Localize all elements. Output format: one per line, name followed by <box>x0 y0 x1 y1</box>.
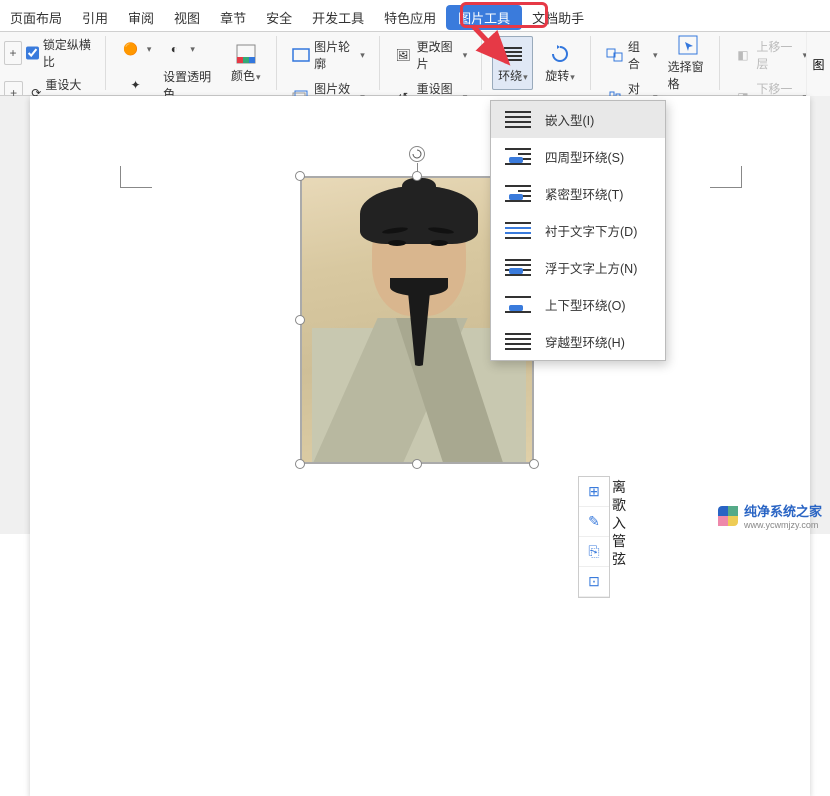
float-btn-3[interactable]: ⎘ <box>579 537 609 567</box>
page: ⊞ ✎ ⎘ ⊡ 离歌入管弦 <box>30 96 810 796</box>
tab-doc-assistant[interactable]: 文档助手 <box>522 4 594 31</box>
contrast-button[interactable]: ◐▾ <box>159 36 199 62</box>
lock-aspect-ratio-checkbox[interactable]: 锁定纵横比 <box>26 36 95 70</box>
resize-handle-bm[interactable] <box>412 459 422 469</box>
wrap-topbottom-icon <box>505 296 531 314</box>
select-pane-icon <box>677 34 699 56</box>
wrap-front[interactable]: 浮于文字上方(N) <box>491 249 665 286</box>
wrap-dropdown-menu: 嵌入型(I) 四周型环绕(S) 紧密型环绕(T) 衬于文字下方(D) 浮于文字上… <box>490 100 666 361</box>
ribbon-toolbar: + 锁定纵横比 + ⟳重设大小 🟠▾ ◐▾ ✦ 设置透明色 颜色▾ 图片轮廓▾ … <box>0 32 830 96</box>
watermark-url: www.ycwmjzy.com <box>744 520 822 530</box>
sparkle-icon: ✦ <box>130 78 140 92</box>
separator <box>379 36 380 90</box>
tab-devtools[interactable]: 开发工具 <box>302 4 374 31</box>
document-area: ⊞ ✎ ⎘ ⊡ 离歌入管弦 <box>0 96 830 534</box>
wrap-behind-icon <box>505 222 531 240</box>
margin-corner-right <box>710 166 742 188</box>
watermark-logo-icon <box>718 506 738 526</box>
tab-security[interactable]: 安全 <box>256 4 302 31</box>
wrap-inline-icon <box>505 111 531 129</box>
picture-outline-button[interactable]: 图片轮廓▾ <box>287 36 369 74</box>
margin-corner-left <box>120 166 152 188</box>
change-pic-icon: 🖼 <box>394 44 413 66</box>
separator <box>481 36 482 90</box>
wrap-square-icon <box>505 148 531 166</box>
crop-button-partial[interactable]: 图 <box>806 32 830 96</box>
float-btn-1[interactable]: ⊞ <box>579 477 609 507</box>
wrap-front-icon <box>505 259 531 277</box>
wrap-inline[interactable]: 嵌入型(I) <box>491 101 665 138</box>
wrap-tight-icon <box>505 185 531 203</box>
tab-references[interactable]: 引用 <box>72 4 118 31</box>
brightness-icon: 🟠 <box>120 38 142 60</box>
corrections-button[interactable]: 🟠▾ <box>116 36 156 62</box>
resize-handle-tl[interactable] <box>295 171 305 181</box>
resize-handle-br[interactable] <box>529 459 539 469</box>
tab-section[interactable]: 章节 <box>210 4 256 31</box>
wrap-topbottom[interactable]: 上下型环绕(O) <box>491 286 665 323</box>
wrap-behind[interactable]: 衬于文字下方(D) <box>491 212 665 249</box>
tab-bar: 页面布局 引用 审阅 视图 章节 安全 开发工具 特色应用 图片工具 文档助手 <box>0 0 830 32</box>
sharpen-button[interactable]: ✦ <box>116 76 155 94</box>
watermark-brand: 纯净系统之家 <box>744 501 822 520</box>
separator <box>276 36 277 90</box>
image-floating-toolbar: ⊞ ✎ ⎘ ⊡ <box>578 476 610 598</box>
contrast-icon: ◐ <box>163 38 185 60</box>
outline-icon <box>291 44 310 66</box>
wrap-through[interactable]: 穿越型环绕(H) <box>491 323 665 360</box>
resize-handle-tm[interactable] <box>412 171 422 181</box>
lock-aspect-label: 锁定纵横比 <box>43 36 95 70</box>
wrap-icon <box>502 43 524 65</box>
tab-featured[interactable]: 特色应用 <box>374 4 446 31</box>
height-stepper[interactable]: + <box>4 41 22 65</box>
wrap-through-icon <box>505 333 531 351</box>
select-pane-button[interactable]: 选择窗格 <box>668 36 709 90</box>
tab-picture-tools[interactable]: 图片工具 <box>446 5 522 30</box>
resize-handle-bl[interactable] <box>295 459 305 469</box>
wrap-button[interactable]: 环绕▾ <box>492 36 533 90</box>
separator <box>105 36 106 90</box>
float-btn-2[interactable]: ✎ <box>579 507 609 537</box>
color-button[interactable]: 颜色▾ <box>225 36 266 90</box>
group-icon <box>605 44 624 66</box>
float-btn-4[interactable]: ⊡ <box>579 567 609 597</box>
group-button[interactable]: 组合▾ <box>601 36 661 74</box>
rotate-button[interactable]: 旋转▾ <box>539 36 580 90</box>
wrap-square[interactable]: 四周型环绕(S) <box>491 138 665 175</box>
vertical-text: 离歌入管弦 <box>612 478 630 568</box>
resize-handle-ml[interactable] <box>295 315 305 325</box>
rotate-icon <box>549 43 571 65</box>
wrap-tight[interactable]: 紧密型环绕(T) <box>491 175 665 212</box>
move-up-icon: ◧ <box>733 44 752 66</box>
tab-view[interactable]: 视图 <box>164 4 210 31</box>
move-up-button[interactable]: ◧上移一层▾ <box>729 36 811 74</box>
watermark: 纯净系统之家 www.ycwmjzy.com <box>718 501 822 530</box>
change-picture-button[interactable]: 🖼更改图片▾ <box>390 36 472 74</box>
separator <box>719 36 720 90</box>
tab-page-layout[interactable]: 页面布局 <box>0 4 72 31</box>
rotate-handle[interactable] <box>409 146 425 162</box>
separator <box>590 36 591 90</box>
color-icon <box>235 43 257 65</box>
tab-review[interactable]: 审阅 <box>118 4 164 31</box>
